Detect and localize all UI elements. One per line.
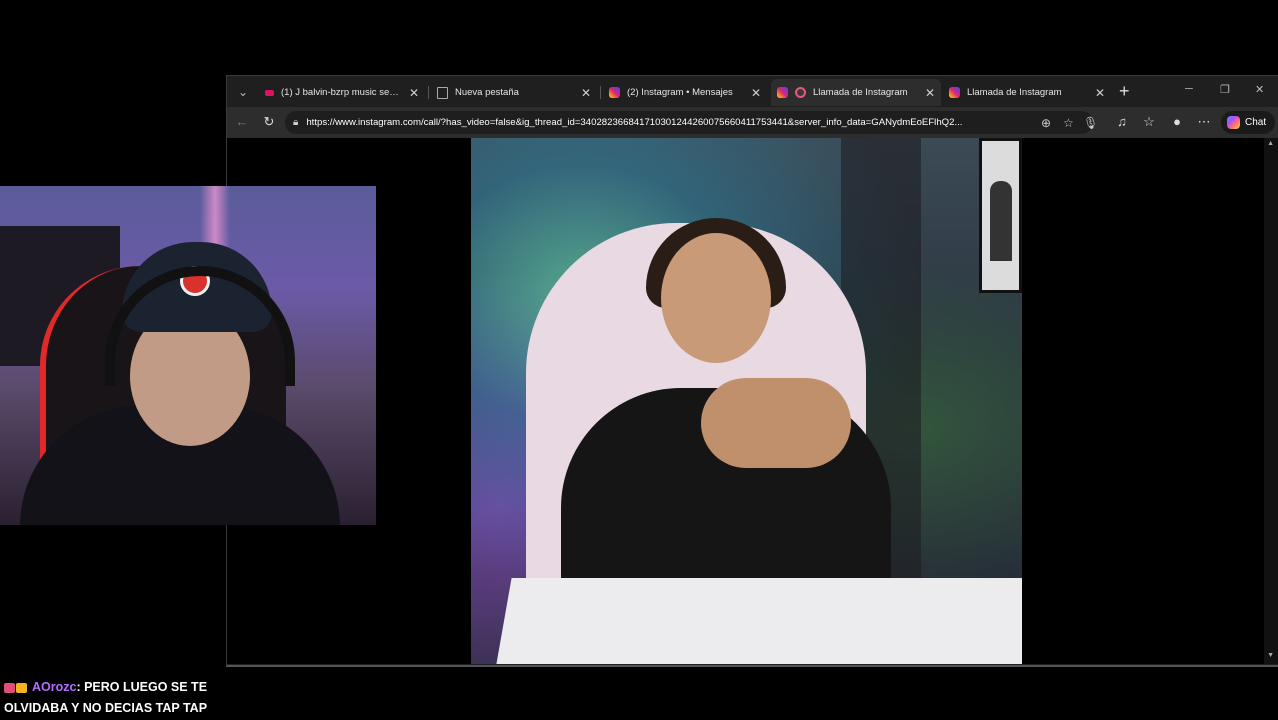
participant-face: [661, 233, 771, 363]
subscriber-badge-icon: [4, 682, 15, 693]
chat-username: AOrozc: [32, 680, 77, 694]
close-icon[interactable]: ✕: [751, 86, 761, 100]
streamer-webcam: [0, 186, 376, 525]
tab-new-tab[interactable]: Nueva pestaña ✕: [431, 79, 597, 106]
more-menu-icon[interactable]: ⋯: [1195, 114, 1213, 130]
remote-video-feed[interactable]: [471, 138, 1022, 664]
close-icon[interactable]: ✕: [409, 86, 419, 100]
page-icon: [437, 86, 448, 99]
call-viewport: [227, 138, 1265, 664]
tab-title: Llamada de Instagram: [813, 87, 908, 98]
close-icon[interactable]: ✕: [925, 86, 935, 100]
tab-title: (1) J balvin-bzrp music sesions: [281, 87, 403, 98]
tab-instagram-call-active[interactable]: Llamada de Instagram ✕: [771, 79, 941, 106]
restore-icon[interactable]: ❐: [1220, 83, 1230, 96]
zoom-icon[interactable]: ⊕: [1041, 116, 1051, 130]
microphone-icon[interactable]: 🎙︎: [1083, 116, 1098, 130]
new-tab-plus-icon[interactable]: +: [1119, 81, 1130, 102]
recording-icon: [795, 87, 806, 98]
back-arrow-icon[interactable]: ←: [233, 114, 251, 129]
close-window-icon[interactable]: ✕: [1255, 83, 1264, 96]
tab-bar: ⌄ (1) J balvin-bzrp music sesions ✕ Nuev…: [227, 76, 1278, 107]
tab-instagram-messages[interactable]: (2) Instagram • Mensajes ✕: [603, 79, 767, 106]
instagram-icon: [609, 87, 620, 98]
minimize-icon[interactable]: ─: [1185, 83, 1193, 95]
chat-badges: [4, 677, 28, 698]
media-controls-icon[interactable]: ♫: [1113, 114, 1131, 129]
vertical-scrollbar[interactable]: [1264, 138, 1278, 664]
scroll-up-arrow-icon[interactable]: ▲: [1267, 140, 1274, 147]
close-icon[interactable]: ✕: [581, 86, 591, 100]
copilot-chat-button[interactable]: Chat: [1221, 111, 1275, 134]
favorites-icon[interactable]: ☆: [1140, 114, 1158, 130]
favorite-star-icon[interactable]: ☆: [1063, 116, 1074, 130]
wall-picture-frame: [979, 138, 1022, 293]
address-bar[interactable]: 🔒︎ https://www.instagram.com/call/?has_v…: [285, 111, 1098, 134]
tab-title: (2) Instagram • Mensajes: [627, 87, 733, 98]
tab-actions-chevron-icon[interactable]: ⌄: [233, 82, 253, 102]
instagram-icon: [949, 87, 960, 98]
site-info-icon[interactable]: 🔒︎: [293, 117, 298, 128]
browser-toolbar: ← ↻ 🔒︎ https://www.instagram.com/call/?h…: [227, 107, 1278, 138]
paper-sheet: [490, 578, 1022, 664]
refresh-icon[interactable]: ↻: [260, 114, 278, 130]
profile-avatar-icon[interactable]: ●: [1168, 114, 1186, 129]
scroll-down-arrow-icon[interactable]: ▼: [1267, 652, 1274, 659]
copilot-label: Chat: [1245, 117, 1267, 128]
instagram-icon: [777, 87, 788, 98]
tab-title: Llamada de Instagram: [967, 87, 1062, 98]
copilot-icon: [1227, 116, 1240, 129]
tab-youtube[interactable]: (1) J balvin-bzrp music sesions ✕: [259, 79, 425, 106]
crown-badge-icon: [16, 682, 27, 693]
youtube-icon: [265, 89, 274, 96]
url-text[interactable]: https://www.instagram.com/call/?has_vide…: [306, 117, 1036, 128]
tab-instagram-call[interactable]: Llamada de Instagram ✕: [943, 79, 1111, 106]
close-icon[interactable]: ✕: [1095, 86, 1105, 100]
tab-title: Nueva pestaña: [455, 87, 519, 98]
browser-window: ⌄ (1) J balvin-bzrp music sesions ✕ Nuev…: [226, 75, 1278, 667]
chat-message: AOrozc: PERO LUEGO SE TE OLVIDABA Y NO D…: [4, 677, 244, 719]
